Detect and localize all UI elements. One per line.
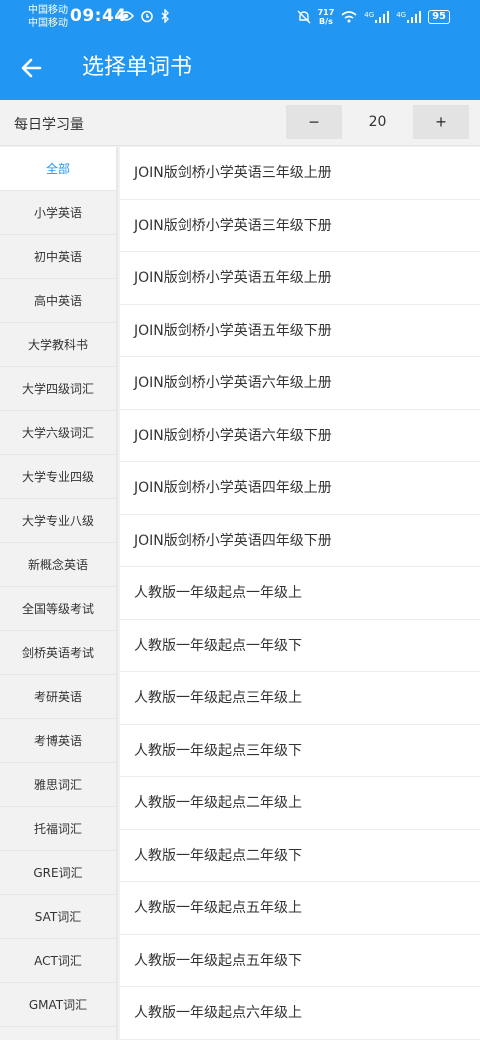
book-item[interactable]: JOIN版剑桥小学英语四年级下册	[120, 515, 480, 567]
category-item[interactable]: 大学六级词汇	[0, 411, 116, 455]
book-item[interactable]: 人教版一年级起点一年级上	[120, 567, 480, 620]
book-item[interactable]: JOIN版剑桥小学英语四年级上册	[120, 462, 480, 515]
book-item[interactable]: JOIN版剑桥小学英语三年级上册	[120, 147, 480, 200]
carrier-1: 中国移动	[28, 5, 68, 16]
app-bar: 中国移动 中国移动 09:44 717 B/s 4G 4G 95 选择单词书	[0, 0, 480, 100]
daily-amount-value: 20	[368, 114, 387, 130]
book-item[interactable]: JOIN版剑桥小学英语三年级下册	[120, 200, 480, 252]
wifi-icon	[341, 11, 357, 23]
book-item[interactable]: 人教版一年级起点三年级下	[120, 725, 480, 777]
mute-icon	[297, 10, 311, 24]
category-item[interactable]: GMAT词汇	[0, 983, 116, 1027]
category-item[interactable]: GRE词汇	[0, 851, 116, 895]
carrier-2: 中国移动	[28, 18, 68, 29]
book-item[interactable]: JOIN版剑桥小学英语五年级下册	[120, 305, 480, 357]
category-item[interactable]: 剑桥英语考试	[0, 631, 116, 675]
status-icons-right: 717 B/s 4G 4G 95	[297, 8, 450, 26]
category-item[interactable]: 考博英语	[0, 719, 116, 763]
category-item[interactable]: 大学专业八级	[0, 499, 116, 543]
book-list: JOIN版剑桥小学英语三年级上册 JOIN版剑桥小学英语三年级下册 JOIN版剑桥小…	[120, 147, 480, 1040]
alarm-icon	[141, 10, 153, 23]
signal-icon	[375, 11, 390, 23]
page-title: 选择单词书	[82, 55, 193, 80]
signal-2: 4G	[396, 11, 422, 23]
signal-1: 4G	[364, 11, 390, 23]
decrease-button[interactable]: −	[286, 105, 342, 139]
battery-indicator: 95	[428, 10, 450, 24]
book-item[interactable]: 人教版一年级起点五年级上	[120, 882, 480, 935]
daily-amount-label: 每日学习量	[14, 117, 84, 133]
category-item[interactable]: 小学英语	[0, 191, 116, 235]
carrier-info: 中国移动 中国移动	[28, 4, 68, 30]
signal-1-label: 4G	[364, 11, 375, 19]
book-item[interactable]: 人教版一年级起点五年级下	[120, 935, 480, 987]
category-item[interactable]: SAT词汇	[0, 895, 116, 939]
arrow-left-icon	[21, 58, 42, 78]
category-item[interactable]: 雅思词汇	[0, 763, 116, 807]
signal-icon	[407, 11, 422, 23]
net-speed: 717 B/s	[318, 8, 335, 26]
increase-button[interactable]: +	[413, 105, 469, 139]
net-speed-value: 717	[317, 8, 335, 17]
category-item[interactable]: 大学四级词汇	[0, 367, 116, 411]
category-item[interactable]: 全国等级考试	[0, 587, 116, 631]
book-item[interactable]: JOIN版剑桥小学英语六年级下册	[120, 410, 480, 462]
book-item[interactable]: 人教版一年级起点二年级下	[120, 830, 480, 882]
category-sidebar: 全部 小学英语 初中英语 高中英语 大学教科书 大学四级词汇 大学六级词汇 大学专业四级 大学专…	[0, 147, 118, 1040]
book-item[interactable]: 人教版一年级起点二年级上	[120, 777, 480, 830]
status-bar: 中国移动 中国移动 09:44 717 B/s 4G 4G 95	[0, 0, 480, 36]
status-icons-left	[118, 9, 170, 23]
book-item[interactable]: 人教版一年级起点一年级下	[120, 620, 480, 672]
category-item[interactable]: 考研英语	[0, 675, 116, 719]
category-item[interactable]: 全部	[0, 147, 116, 191]
book-item[interactable]: 人教版一年级起点六年级上	[120, 987, 480, 1040]
net-speed-unit: B/s	[319, 17, 333, 26]
category-item[interactable]: ACT词汇	[0, 939, 116, 983]
category-item[interactable]: 新概念英语	[0, 543, 116, 587]
book-item[interactable]: JOIN版剑桥小学英语六年级上册	[120, 357, 480, 410]
signal-2-label: 4G	[396, 11, 407, 19]
category-item[interactable]: 初中英语	[0, 235, 116, 279]
book-item[interactable]: 人教版一年级起点三年级上	[120, 672, 480, 725]
eye-icon	[118, 11, 134, 21]
category-item[interactable]: 高中英语	[0, 279, 116, 323]
book-item[interactable]: JOIN版剑桥小学英语五年级上册	[120, 252, 480, 305]
category-item[interactable]: 大学专业四级	[0, 455, 116, 499]
category-item[interactable]: 大学教科书	[0, 323, 116, 367]
bluetooth-icon	[161, 9, 169, 23]
back-button[interactable]	[18, 54, 46, 82]
daily-amount-bar: 每日学习量 − 20 +	[0, 100, 480, 146]
category-item[interactable]: 托福词汇	[0, 807, 116, 851]
